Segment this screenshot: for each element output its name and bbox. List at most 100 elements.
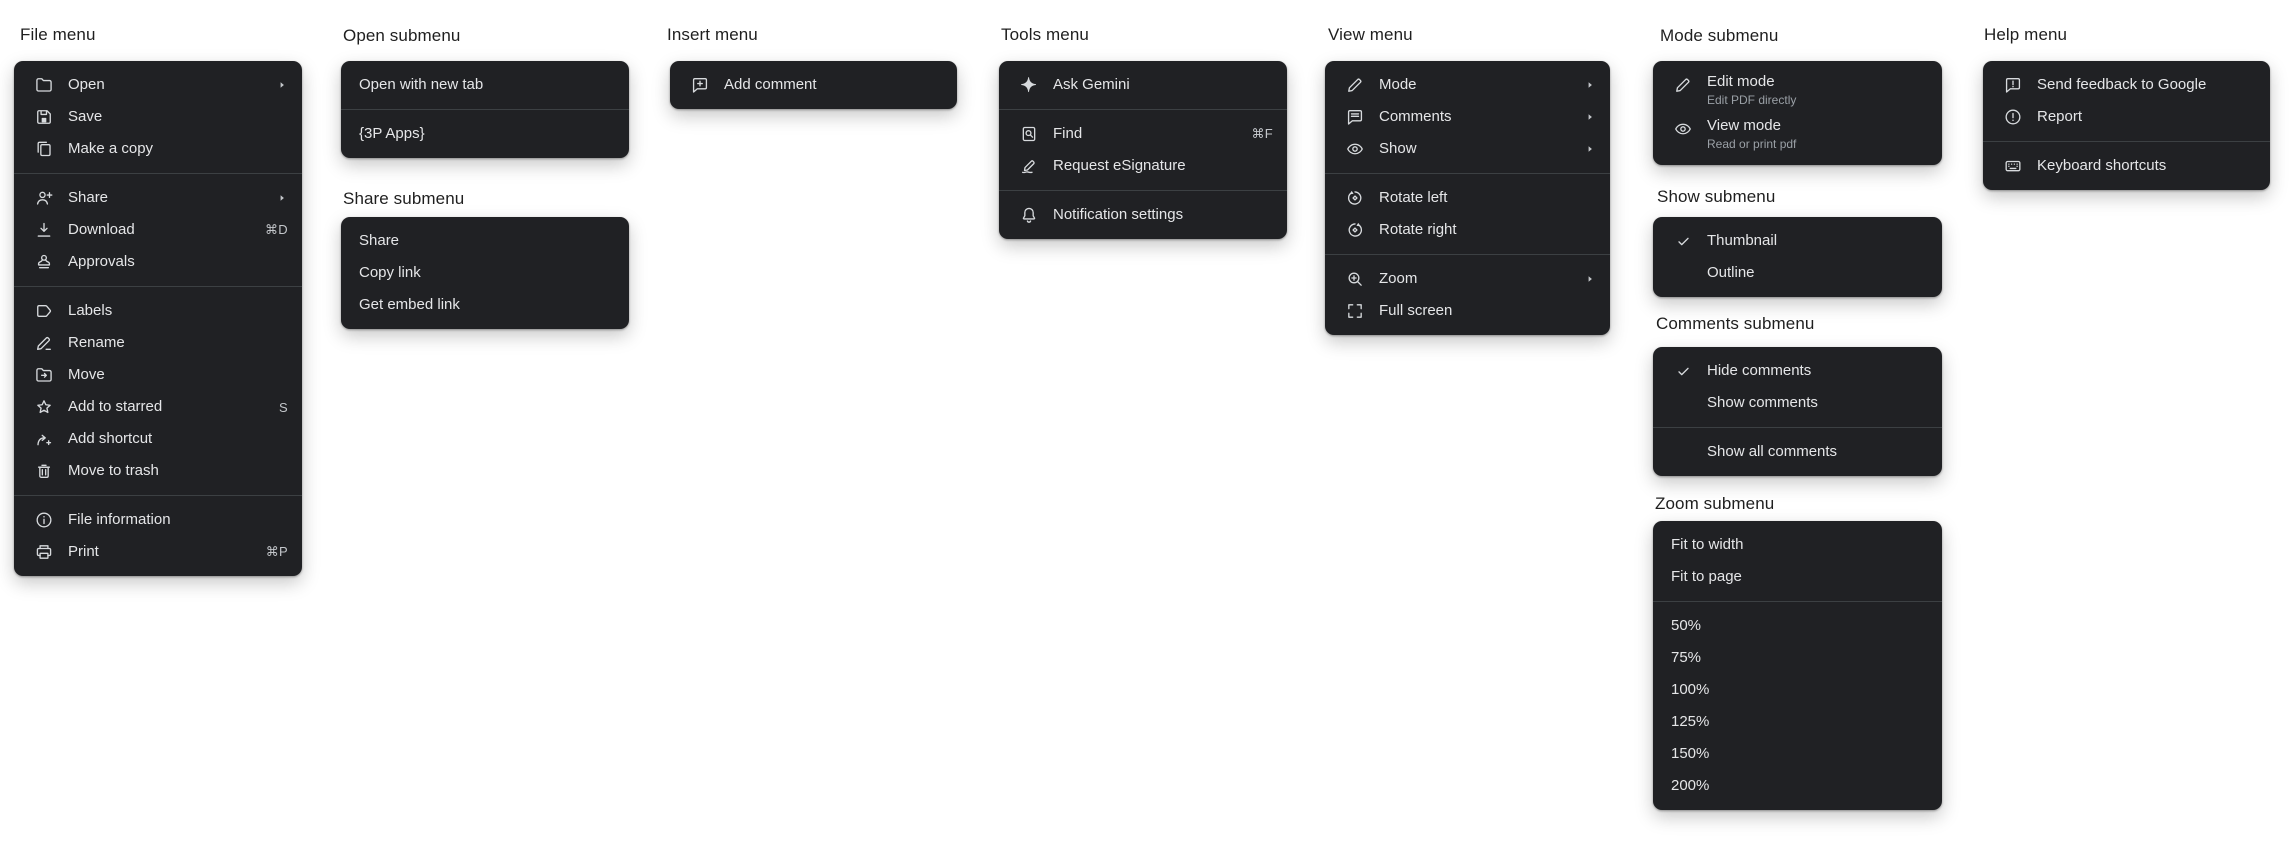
menu-item-label: Edit mode	[1707, 73, 1775, 90]
menu-item-label: Report	[2037, 108, 2083, 125]
menu-item-move-to-trash[interactable]: Move to trash	[14, 455, 302, 487]
menu-item-get-embed-link[interactable]: Get embed link	[341, 289, 629, 321]
menu-divider	[1653, 427, 1942, 428]
check-icon	[1671, 234, 1695, 249]
menu-item-save[interactable]: Save	[14, 101, 302, 133]
menu-item-add-to-starred[interactable]: Add to starred S	[14, 391, 302, 423]
zoom-submenu-heading: Zoom submenu	[1655, 494, 1775, 513]
menu-item-200[interactable]: 200%	[1653, 770, 1942, 802]
menu-item-labels[interactable]: Labels	[14, 295, 302, 327]
menu-item-report[interactable]: Report	[1983, 101, 2270, 133]
menu-item-request-esignature[interactable]: Request eSignature	[999, 150, 1287, 182]
view-menu: Mode Comments Show Rotate left Rotate right Z…	[1325, 61, 1610, 335]
menu-item-send-feedback-to-google[interactable]: Send feedback to Google	[1983, 69, 2270, 101]
menu-item-open-with-new-tab[interactable]: Open with new tab	[341, 69, 629, 101]
menu-item-keyboard-shortcuts[interactable]: Keyboard shortcuts	[1983, 150, 2270, 182]
menu-divider	[14, 495, 302, 496]
menu-item-approvals[interactable]: Approvals	[14, 246, 302, 278]
menu-item-label: Add to starred	[68, 398, 163, 415]
menu-item-label: Print	[68, 543, 99, 560]
fullscreen-icon	[1343, 301, 1367, 321]
menu-item-full-screen[interactable]: Full screen	[1325, 295, 1610, 327]
menu-item-label: Notification settings	[1053, 206, 1184, 223]
print-icon	[32, 542, 56, 562]
tools-menu-heading: Tools menu	[1001, 25, 1089, 44]
menu-item-comments[interactable]: Comments	[1325, 101, 1610, 133]
menu-item-print[interactable]: Print ⌘P	[14, 536, 302, 568]
mode-submenu-heading: Mode submenu	[1660, 26, 1779, 45]
submenu-arrow-icon	[276, 192, 288, 204]
menu-item-label: Get embed link	[359, 296, 460, 313]
menu-item-hide-comments[interactable]: Hide comments	[1653, 355, 1942, 387]
submenu-arrow-icon	[1584, 111, 1596, 123]
menu-item-label: Rename	[68, 334, 125, 351]
add-shortcut-icon	[32, 429, 56, 449]
menu-item-view-mode[interactable]: View mode Read or print pdf	[1653, 113, 1942, 157]
menu-item-add-shortcut[interactable]: Add shortcut	[14, 423, 302, 455]
bell-icon	[1017, 205, 1041, 225]
menu-item-label: Ask Gemini	[1053, 76, 1130, 93]
show-submenu: Thumbnail Outline	[1653, 217, 1942, 297]
menu-item-rotate-right[interactable]: Rotate right	[1325, 214, 1610, 246]
menu-item-150[interactable]: 150%	[1653, 738, 1942, 770]
shortcut-label: ⌘P	[265, 544, 288, 559]
menu-item-show-all-comments[interactable]: Show all comments	[1653, 436, 1942, 468]
approvals-stamp-icon	[32, 252, 56, 272]
menu-item-share[interactable]: Share	[14, 182, 302, 214]
menu-item-find[interactable]: Find ⌘F	[999, 118, 1287, 150]
menu-item-label: Mode	[1379, 76, 1417, 93]
menu-item-share[interactable]: Share	[341, 225, 629, 257]
menu-item-show[interactable]: Show	[1325, 133, 1610, 165]
menu-item-move[interactable]: Move	[14, 359, 302, 391]
label-icon	[32, 301, 56, 321]
menu-item-make-a-copy[interactable]: Make a copy	[14, 133, 302, 165]
rotate-right-icon	[1343, 220, 1367, 240]
menu-item-edit-mode[interactable]: Edit mode Edit PDF directly	[1653, 69, 1942, 113]
menu-item-label: Keyboard shortcuts	[2037, 157, 2167, 174]
comment-icon	[1343, 107, 1367, 127]
esignature-icon	[1017, 156, 1041, 176]
menu-item-mode[interactable]: Mode	[1325, 69, 1610, 101]
menu-item-label: File information	[68, 511, 171, 528]
menu-item-download[interactable]: Download ⌘D	[14, 214, 302, 246]
comments-submenu: Hide comments Show comments Show all comme…	[1653, 347, 1942, 476]
file-menu: Open Save Make a copy Share Download ⌘D Approv…	[14, 61, 302, 576]
shortcut-label: ⌘D	[265, 222, 288, 237]
menu-item-label: Hide comments	[1707, 362, 1812, 379]
rotate-left-icon	[1343, 188, 1367, 208]
menu-item-label: Copy link	[359, 264, 421, 281]
menu-item-125[interactable]: 125%	[1653, 706, 1942, 738]
menu-item-label: Download	[68, 221, 135, 238]
menu-item-fit-to-width[interactable]: Fit to width	[1653, 529, 1942, 561]
menu-item-zoom[interactable]: Zoom	[1325, 263, 1610, 295]
menu-item-fit-to-page[interactable]: Fit to page	[1653, 561, 1942, 593]
spark-icon	[1017, 75, 1041, 95]
menu-item-label: Move	[68, 366, 105, 383]
menu-item-ask-gemini[interactable]: Ask Gemini	[999, 69, 1287, 101]
share-submenu: Share Copy link Get embed link	[341, 217, 629, 329]
menu-item-notification-settings[interactable]: Notification settings	[999, 199, 1287, 231]
menu-item-outline[interactable]: Outline	[1653, 257, 1942, 289]
menu-item-50[interactable]: 50%	[1653, 610, 1942, 642]
menu-item-100[interactable]: 100%	[1653, 674, 1942, 706]
menu-item-label: 50%	[1671, 617, 1702, 634]
menu-item-label: Outline	[1707, 264, 1755, 281]
menu-item-rotate-left[interactable]: Rotate left	[1325, 182, 1610, 214]
menu-item-label: View mode	[1707, 117, 1781, 134]
menu-item-add-comment[interactable]: Add comment	[670, 69, 957, 101]
info-icon	[32, 510, 56, 530]
menu-item-show-comments[interactable]: Show comments	[1653, 387, 1942, 419]
menu-item-label: Send feedback to Google	[2037, 76, 2207, 93]
menu-item-copy-link[interactable]: Copy link	[341, 257, 629, 289]
menu-item-label: {3P Apps}	[359, 125, 425, 142]
menu-item-rename[interactable]: Rename	[14, 327, 302, 359]
menu-item-3p-apps[interactable]: {3P Apps}	[341, 118, 629, 150]
menu-item-75[interactable]: 75%	[1653, 642, 1942, 674]
menu-item-file-information[interactable]: File information	[14, 504, 302, 536]
shortcut-label: S	[279, 399, 288, 415]
menu-item-label: Open	[68, 76, 105, 93]
menu-item-open[interactable]: Open	[14, 69, 302, 101]
menu-item-thumbnail[interactable]: Thumbnail	[1653, 225, 1942, 257]
menu-item-sublabel: Edit PDF directly	[1707, 93, 1797, 107]
menu-item-label: Share	[359, 232, 400, 249]
